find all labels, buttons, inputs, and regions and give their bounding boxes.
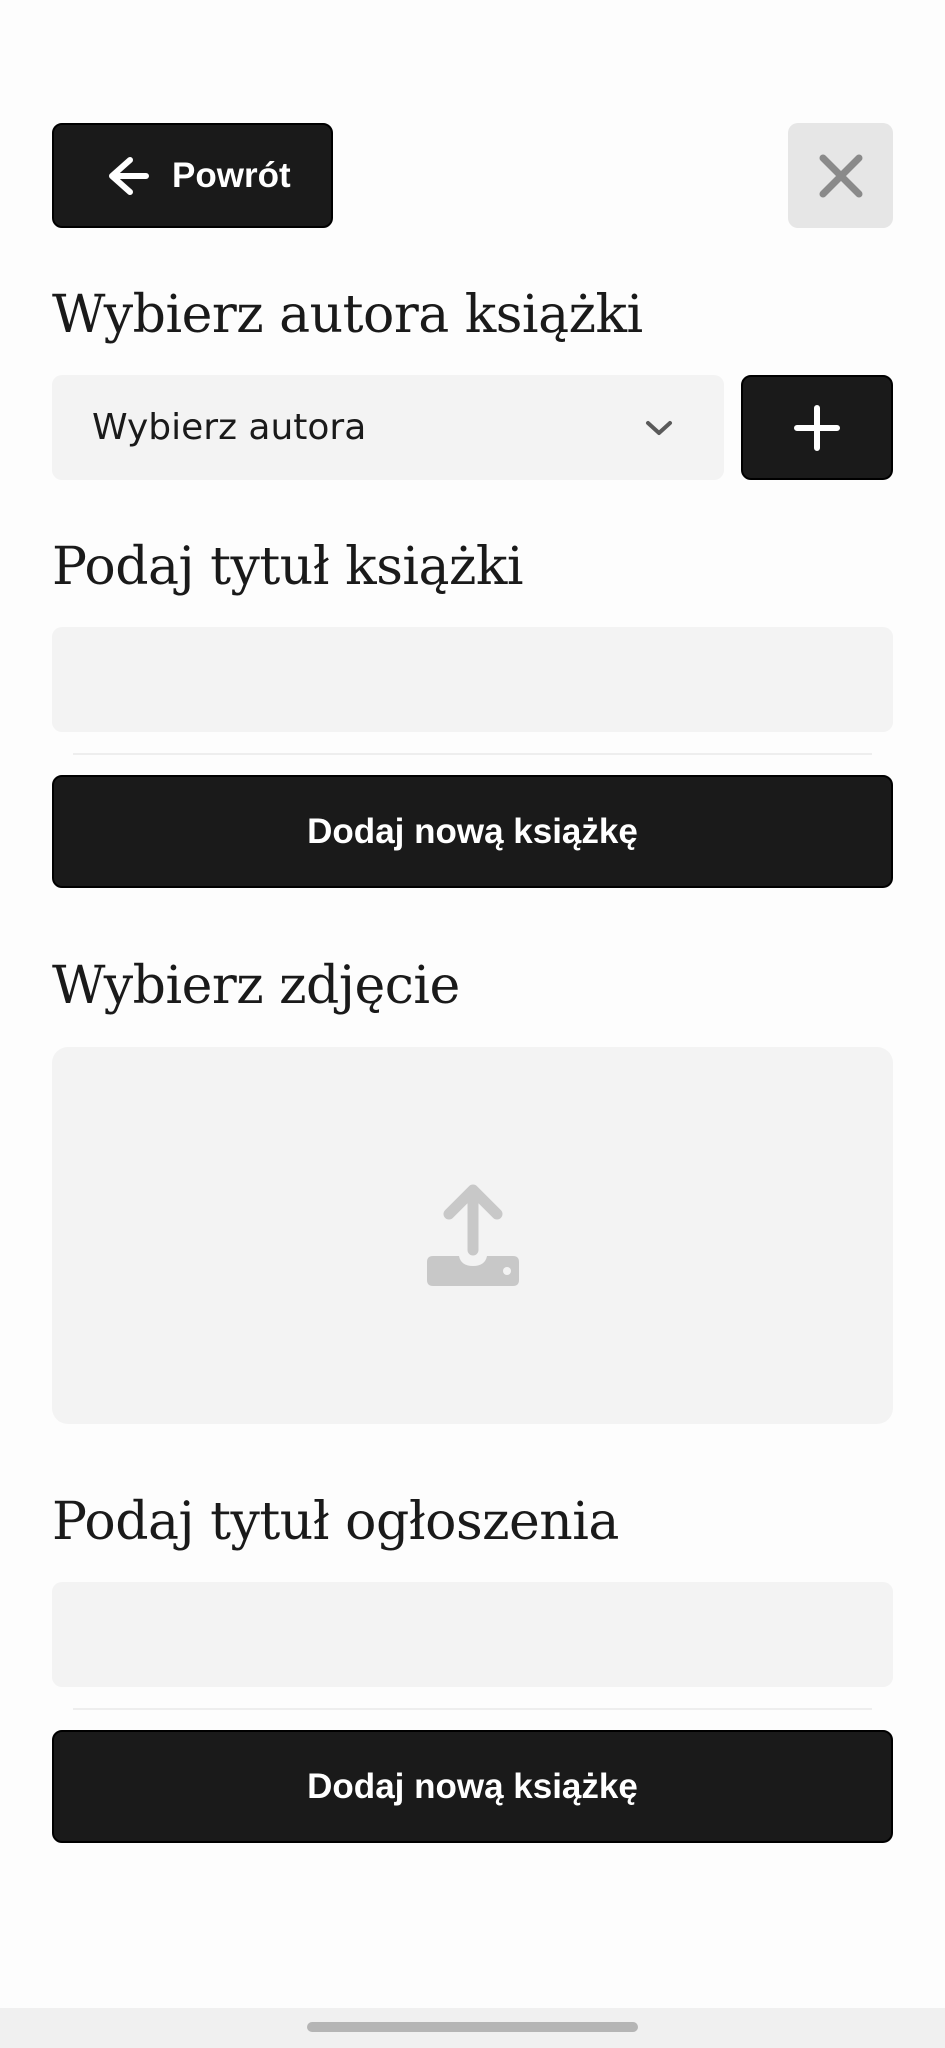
close-icon: [819, 154, 862, 197]
photo-section-title: Wybierz zdjęcie: [52, 956, 460, 1016]
back-button[interactable]: Powrót: [52, 123, 333, 228]
photo-upload-area[interactable]: [52, 1047, 893, 1424]
book-title-input[interactable]: [52, 627, 893, 732]
chevron-down-icon: [646, 420, 672, 435]
add-author-button[interactable]: [741, 375, 893, 480]
listing-title-input[interactable]: [52, 1582, 893, 1687]
listing-title-section-title: Podaj tytuł ogłoszenia: [52, 1492, 619, 1552]
author-select[interactable]: Wybierz autora: [52, 375, 724, 480]
add-listing-button[interactable]: Dodaj nową książkę: [52, 1730, 893, 1843]
author-section-title: Wybierz autora książki: [52, 285, 643, 345]
home-indicator[interactable]: [307, 2022, 638, 2032]
upload-icon: [426, 1184, 519, 1286]
arrow-left-icon: [109, 156, 149, 195]
author-select-value: Wybierz autora: [92, 407, 367, 448]
book-title-section-title: Podaj tytuł książki: [52, 537, 524, 597]
plus-icon: [794, 404, 840, 451]
add-book-screen: Powrót Wybierz autora książki Wybierz au…: [0, 0, 945, 2048]
close-button[interactable]: [788, 123, 893, 228]
divider: [73, 753, 872, 755]
divider: [73, 1708, 872, 1710]
back-button-label: Powrót: [172, 155, 291, 195]
add-book-button[interactable]: Dodaj nową książkę: [52, 775, 893, 888]
